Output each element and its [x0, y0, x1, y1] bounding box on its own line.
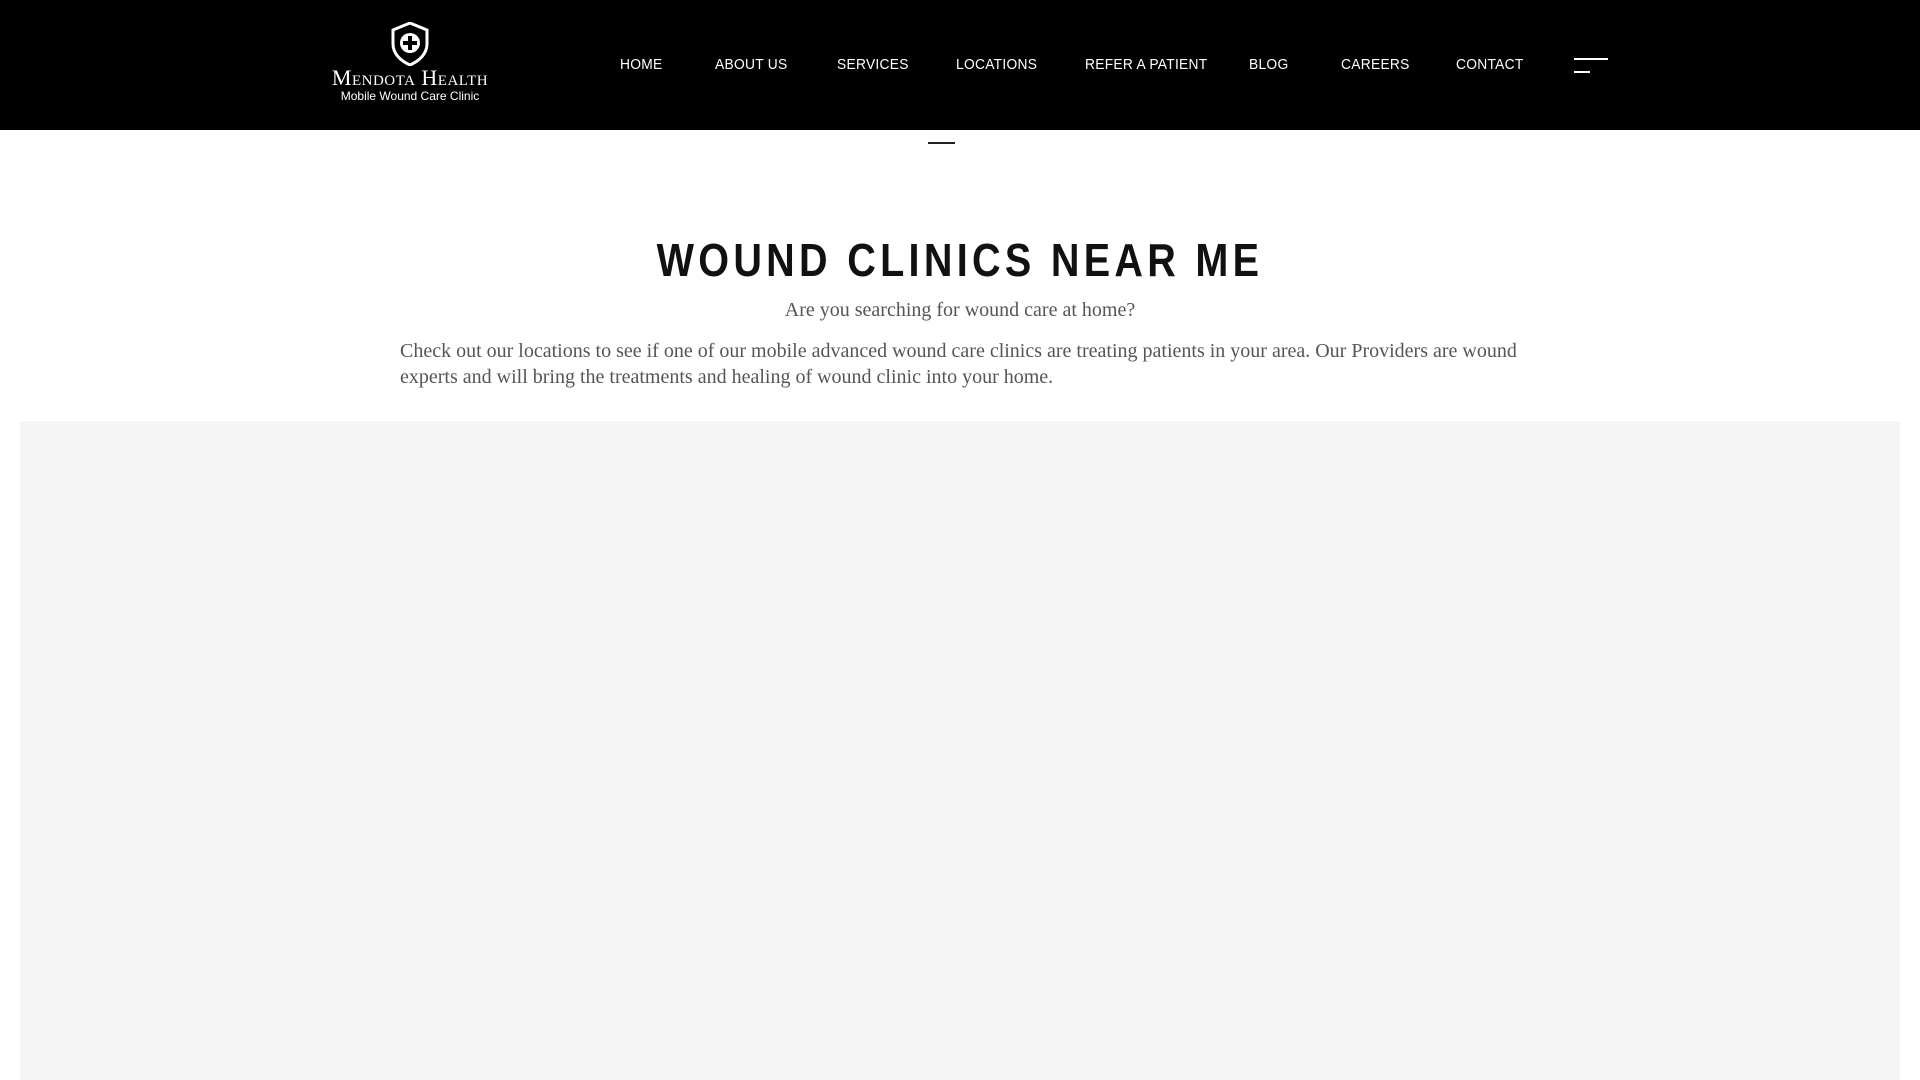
- hamburger-menu-icon[interactable]: [1570, 56, 1610, 76]
- main-nav: HOME ABOUT US SERVICES LOCATIONS REFER A…: [0, 0, 1920, 130]
- nav-locations[interactable]: LOCATIONS: [956, 54, 1037, 76]
- hamburger-line-top: [1574, 58, 1608, 60]
- nav-contact[interactable]: CONTACT: [1456, 54, 1524, 76]
- nav-home[interactable]: HOME: [620, 54, 663, 76]
- nav-about-us[interactable]: ABOUT US: [715, 54, 788, 76]
- intro-paragraph: Check out our locations to see if one of…: [400, 340, 1517, 388]
- section-divider: [928, 142, 955, 144]
- site-header: Mendota Health Mobile Wound Care Clinic …: [0, 0, 1920, 130]
- hamburger-line-bottom: [1574, 71, 1590, 73]
- page-title: WOUND CLINICS NEAR ME: [656, 234, 1264, 286]
- nav-refer-a-patient[interactable]: REFER A PATIENT: [1085, 54, 1207, 76]
- locations-map[interactable]: [20, 421, 1900, 1080]
- page-subtitle: Are you searching for wound care at home…: [784, 299, 1136, 321]
- nav-services[interactable]: SERVICES: [837, 54, 909, 76]
- nav-blog[interactable]: BLOG: [1249, 54, 1288, 76]
- nav-careers[interactable]: CAREERS: [1341, 54, 1410, 76]
